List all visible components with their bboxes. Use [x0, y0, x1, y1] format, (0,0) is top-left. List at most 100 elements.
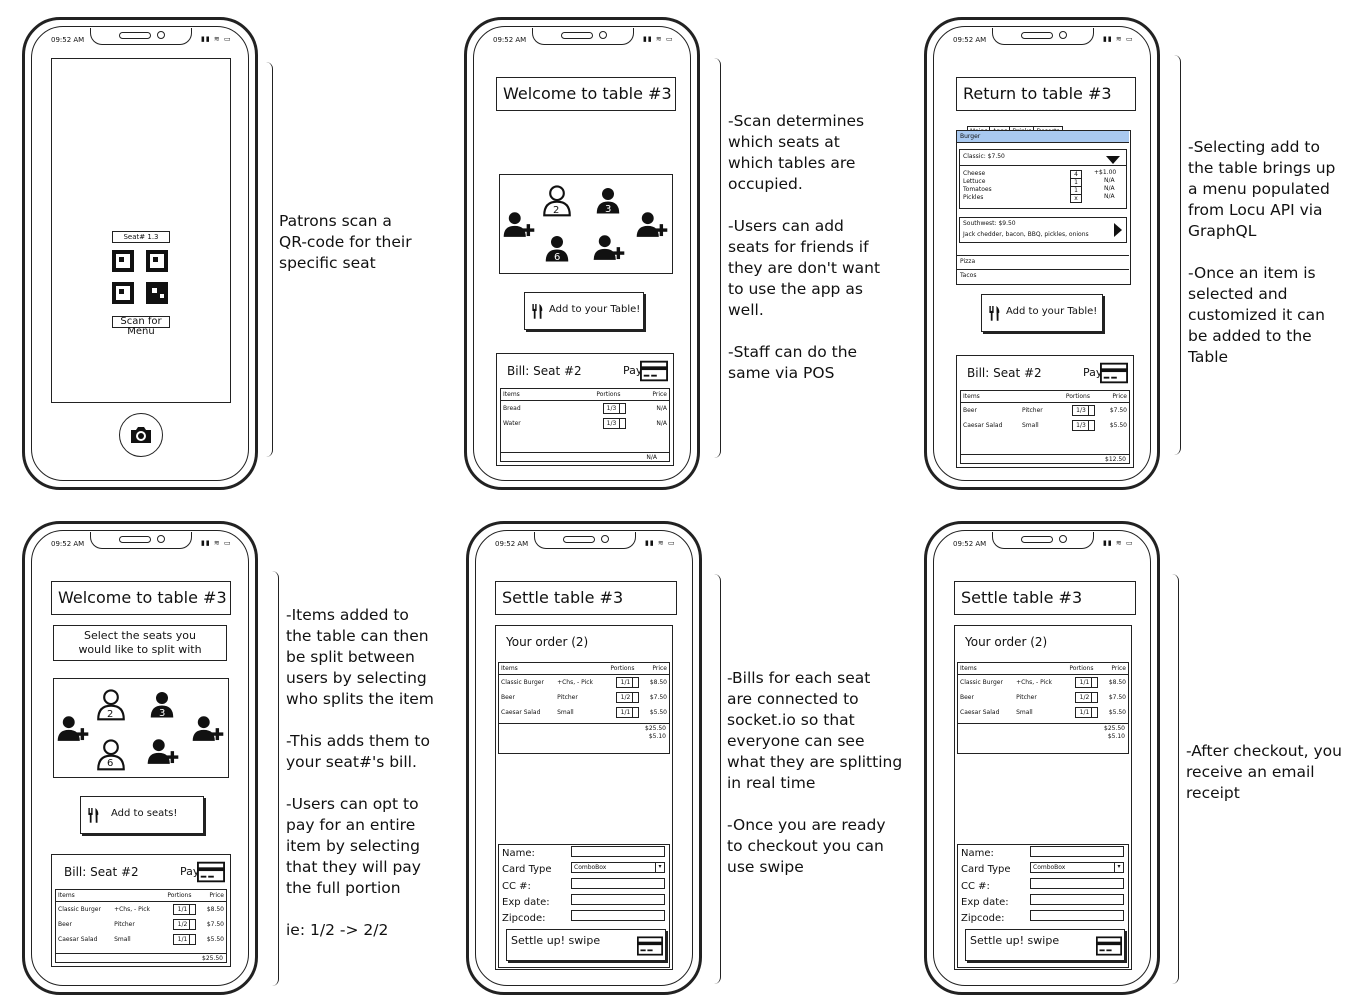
portion-stepper[interactable]: 1/3 [1072, 420, 1095, 431]
camera-button[interactable] [119, 413, 163, 457]
table-row: Caesar Salad Small 1/3 $5.50 [963, 420, 1127, 431]
topping-price: N/A [1104, 185, 1115, 192]
portion-stepper[interactable]: 1/1 [1075, 677, 1099, 688]
status-icons: ▮▮ ≋ ▭ [643, 35, 674, 43]
bracket-3 [1174, 55, 1181, 455]
bill-panel: Bill: Seat #2 Pay Items Portions Price Bre… [496, 353, 674, 466]
add-to-table-button[interactable]: Add to your Table! [524, 292, 644, 330]
cc-field[interactable] [1030, 878, 1124, 889]
topping-count[interactable]: x [1070, 194, 1082, 203]
zip-field[interactable] [571, 910, 665, 921]
chevron-right-icon[interactable] [1114, 223, 1122, 237]
topping: Lettuce [963, 178, 986, 185]
bill-table: Items Portions Price Classic Burger +Chs, -… [55, 889, 227, 963]
portion-stepper[interactable]: 1/1 [173, 904, 197, 915]
order-total: $25.50 [645, 725, 666, 732]
split-instruction: Select the seats you would like to split… [53, 625, 227, 661]
add-to-seats-button[interactable]: Add to seats! [80, 796, 204, 834]
cc-field[interactable] [571, 878, 665, 889]
add-to-table-button[interactable]: Add to your Table! [981, 294, 1103, 332]
settle-up-button[interactable]: Settle up! swipe [965, 929, 1125, 961]
category-burger[interactable]: Burger [957, 131, 1129, 143]
qr-code [112, 250, 170, 306]
settle-up-button[interactable]: Settle up! swipe [506, 929, 666, 961]
bracket-1 [266, 62, 273, 457]
name-field[interactable] [1030, 846, 1124, 857]
col-items: Items [960, 665, 977, 672]
col-price: Price [652, 665, 667, 672]
name-field[interactable] [571, 846, 665, 857]
add-seat-icon[interactable] [146, 735, 180, 769]
exp-field[interactable] [1030, 894, 1124, 905]
status-icons: ▮▮ ≋ ▭ [201, 35, 232, 43]
card-type-combobox[interactable]: ComboBox ▾ [1030, 862, 1124, 873]
menu-panel: Burger Classic: $7.50 Cheese Lettuce Tom… [956, 130, 1131, 285]
portion-stepper[interactable]: 1/1 [616, 677, 640, 688]
bracket-2 [714, 58, 721, 458]
credit-card-icon[interactable] [640, 360, 668, 382]
portion-stepper[interactable]: 1/1 [173, 934, 197, 945]
status-icons: ▮▮ ≋ ▭ [1103, 539, 1134, 547]
topping-price: N/A [1104, 177, 1115, 184]
add-seat-icon[interactable] [592, 231, 626, 265]
phone-5: 09:52 AM ▮▮ ≋ ▭ Settle table #3 Your ord… [466, 521, 702, 995]
status-time: 09:52 AM [495, 540, 529, 548]
add-seat-icon[interactable] [502, 208, 536, 242]
camera-icon [131, 427, 151, 443]
phone-1: 09:52 AM ▮▮ ≋ ▭ Seat# 1.3 Scan for Menu [22, 17, 258, 490]
add-seat-icon[interactable] [635, 208, 669, 242]
credit-card-icon[interactable] [1100, 362, 1128, 384]
bill-total: $25.50 [56, 953, 226, 962]
phone-6: 09:52 AM ▮▮ ≋ ▭ Settle table #3 Your ord… [924, 521, 1160, 995]
add-seat-icon[interactable] [191, 712, 225, 746]
settle-up-label: Settle up! swipe [511, 934, 601, 947]
portion-stepper[interactable]: 1/1 [1075, 707, 1099, 718]
page-title: Welcome to table #3 [496, 77, 676, 111]
portion-stepper[interactable]: 1/3 [1072, 405, 1095, 416]
seat-number: 6 [107, 758, 114, 769]
bracket-6 [1172, 574, 1179, 984]
portion-stepper[interactable]: 1/3 [602, 418, 626, 429]
portion-stepper[interactable]: 1/1 [616, 707, 640, 718]
table-row: Classic Burger +Chs, - Pick 1/1 $8.50 [960, 677, 1126, 688]
credit-card-icon [637, 936, 663, 956]
settle-up-label: Settle up! swipe [970, 934, 1060, 947]
col-price: Price [1112, 393, 1127, 400]
page-title: Settle table #3 [495, 581, 677, 615]
portion-stepper[interactable]: 1/2 [173, 919, 197, 930]
name-label: Name: [961, 848, 994, 859]
southwest-burger-card[interactable]: Southwest: $9.50 Jack chedder, bacon, BB… [959, 217, 1127, 243]
bill-panel: Bill: Seat #2 Pay Items Portions Price Cla… [51, 854, 231, 967]
notch [90, 28, 192, 45]
exp-field[interactable] [571, 894, 665, 905]
credit-card-icon[interactable] [197, 861, 225, 883]
order-title: Your order (2) [965, 635, 1048, 649]
topping-price: +$1.00 [1094, 169, 1117, 176]
bill-title: Bill: Seat #2 [967, 366, 1042, 380]
col-portions: Portions [596, 391, 621, 398]
bracket-5 [714, 574, 721, 984]
col-portions: Portions [1069, 665, 1094, 672]
add-seat-icon[interactable] [56, 712, 90, 746]
classic-burger-card[interactable]: Classic: $7.50 Cheese Lettuce Tomatoes P… [959, 149, 1127, 209]
scan-for-menu-button[interactable]: Scan for Menu [112, 316, 170, 337]
zip-field[interactable] [1030, 910, 1124, 921]
chevron-down-icon[interactable] [1106, 156, 1120, 164]
page-title: Settle table #3 [954, 581, 1136, 615]
utensils-icon [531, 302, 545, 320]
col-portions: Portions [1065, 393, 1090, 400]
category-pizza[interactable]: Pizza [957, 255, 1129, 267]
portion-stepper[interactable]: 1/3 [602, 403, 626, 414]
col-items: Items [58, 892, 75, 899]
card-type-combobox[interactable]: ComboBox ▾ [571, 862, 665, 873]
col-portions: Portions [167, 892, 192, 899]
utensils-icon [988, 304, 1002, 322]
col-price: Price [1111, 665, 1126, 672]
phone-2: 09:52 AM ▮▮ ≋ ▭ Welcome to table #3 2 3 … [464, 17, 700, 490]
table-row: Beer Pitcher 1/3 $7.50 [963, 405, 1127, 416]
page-title: Welcome to table #3 [51, 581, 231, 615]
southwest-desc: Jack chedder, bacon, BBQ, pickles, onion… [963, 231, 1089, 238]
portion-stepper[interactable]: 1/2 [616, 692, 640, 703]
portion-stepper[interactable]: 1/2 [1075, 692, 1099, 703]
category-tacos[interactable]: Tacos [957, 269, 1129, 281]
